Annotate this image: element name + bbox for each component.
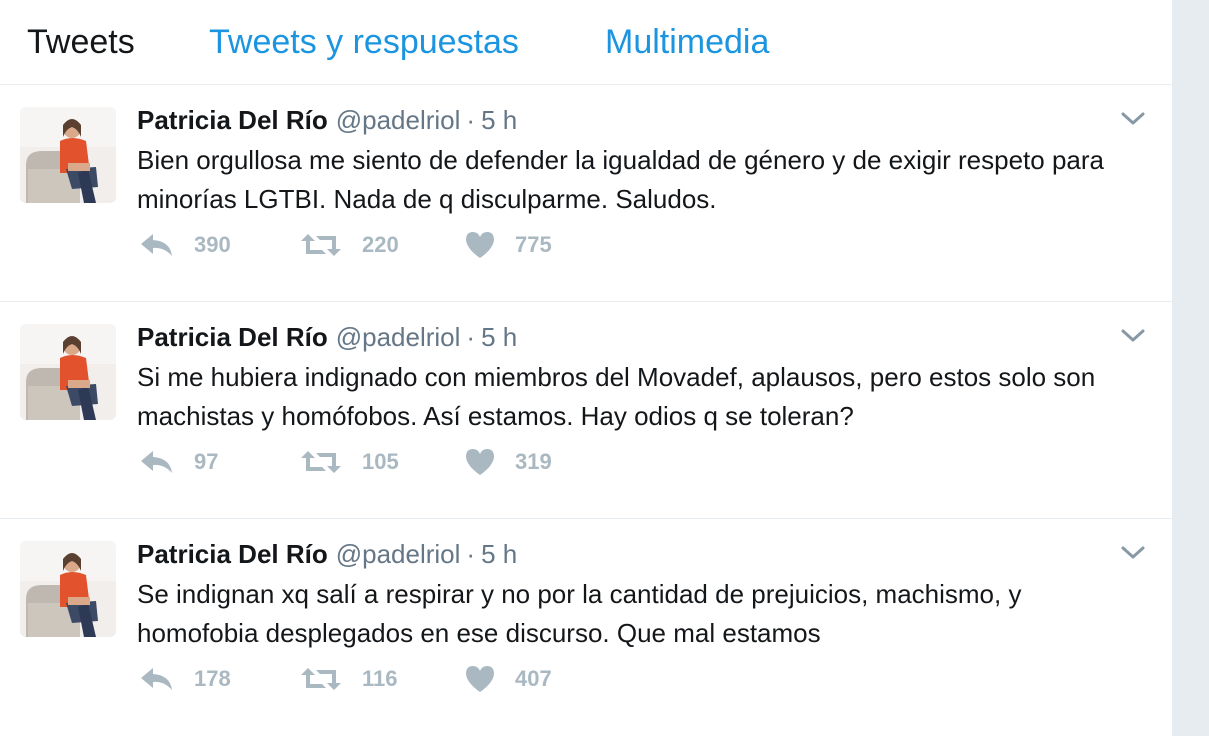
retweet-count: 116 (362, 666, 398, 691)
tweet-text: Si me hubiera indignado con miembros del… (137, 362, 1096, 431)
like-button[interactable]: 775 (465, 230, 552, 260)
separator-dot: · (466, 105, 476, 135)
tab-media[interactable]: Multimedia (605, 20, 769, 64)
tweet-header: Patricia Del Río @padelriol · 5 h (137, 537, 517, 571)
retweet-icon (301, 234, 341, 256)
tweet-text: Se indignan xq salí a respirar y no por … (137, 579, 1022, 648)
heart-icon (466, 666, 494, 692)
like-count: 319 (515, 449, 552, 474)
tab-tweets[interactable]: Tweets (27, 20, 135, 64)
reply-button[interactable]: 178 (140, 664, 231, 694)
tweet[interactable]: Patricia Del Río @padelriol · 5 h Si me hub… (0, 302, 1172, 519)
profile-tabs: Tweets Tweets y respuestas Multimedia (0, 0, 1172, 85)
like-count: 775 (515, 232, 552, 257)
like-button[interactable]: 407 (465, 664, 552, 694)
profile-timeline: Tweets Tweets y respuestas Multimedia Pa… (0, 0, 1172, 736)
timestamp[interactable]: 5 h (481, 105, 517, 135)
retweet-icon (301, 668, 341, 690)
display-name[interactable]: Patricia Del Río (137, 105, 328, 135)
tweet[interactable]: Patricia Del Río @padelriol · 5 h Se indign… (0, 519, 1172, 736)
tweet-actions: 390 220 775 (140, 230, 740, 260)
tweet[interactable]: Patricia Del Río @padelriol · 5 h Bien orgu… (0, 85, 1172, 302)
tweet-actions: 178 116 407 (140, 664, 740, 694)
timestamp[interactable]: 5 h (481, 539, 517, 569)
display-name[interactable]: Patricia Del Río (137, 322, 328, 352)
retweet-icon (301, 451, 341, 473)
avatar-image (20, 324, 116, 420)
reply-count: 97 (194, 449, 219, 474)
reply-button[interactable]: 390 (140, 230, 231, 260)
reply-icon (141, 451, 172, 473)
retweet-button[interactable]: 220 (300, 230, 399, 260)
display-name[interactable]: Patricia Del Río (137, 539, 328, 569)
retweet-button[interactable]: 105 (300, 447, 399, 477)
username[interactable]: @padelriol (336, 105, 461, 135)
chevron-down-icon[interactable] (1120, 109, 1146, 129)
chevron-down-icon[interactable] (1120, 543, 1146, 563)
like-count: 407 (515, 666, 552, 691)
reply-count: 390 (194, 232, 231, 257)
retweet-count: 105 (362, 449, 399, 474)
reply-button[interactable]: 97 (140, 447, 218, 477)
heart-icon (466, 449, 494, 475)
tweet-header: Patricia Del Río @padelriol · 5 h (137, 103, 517, 137)
tweet-text: Bien orgullosa me siento de defender la … (137, 145, 1104, 214)
reply-icon (141, 234, 172, 256)
retweet-button[interactable]: 116 (300, 664, 398, 694)
tab-tweets-and-replies[interactable]: Tweets y respuestas (209, 20, 519, 64)
heart-icon (466, 232, 494, 258)
separator-dot: · (466, 539, 476, 569)
page-scrollbar[interactable] (1172, 0, 1209, 736)
chevron-down-icon[interactable] (1120, 326, 1146, 346)
tweet-actions: 97 105 319 (140, 447, 740, 477)
reply-icon (141, 668, 172, 690)
avatar[interactable] (20, 541, 116, 637)
avatar[interactable] (20, 324, 116, 420)
reply-count: 178 (194, 666, 231, 691)
username[interactable]: @padelriol (336, 539, 461, 569)
avatar-image (20, 107, 116, 203)
avatar-image (20, 541, 116, 637)
avatar[interactable] (20, 107, 116, 203)
retweet-count: 220 (362, 232, 399, 257)
timestamp[interactable]: 5 h (481, 322, 517, 352)
username[interactable]: @padelriol (336, 322, 461, 352)
tweet-header: Patricia Del Río @padelriol · 5 h (137, 320, 517, 354)
separator-dot: · (466, 322, 476, 352)
like-button[interactable]: 319 (465, 447, 552, 477)
